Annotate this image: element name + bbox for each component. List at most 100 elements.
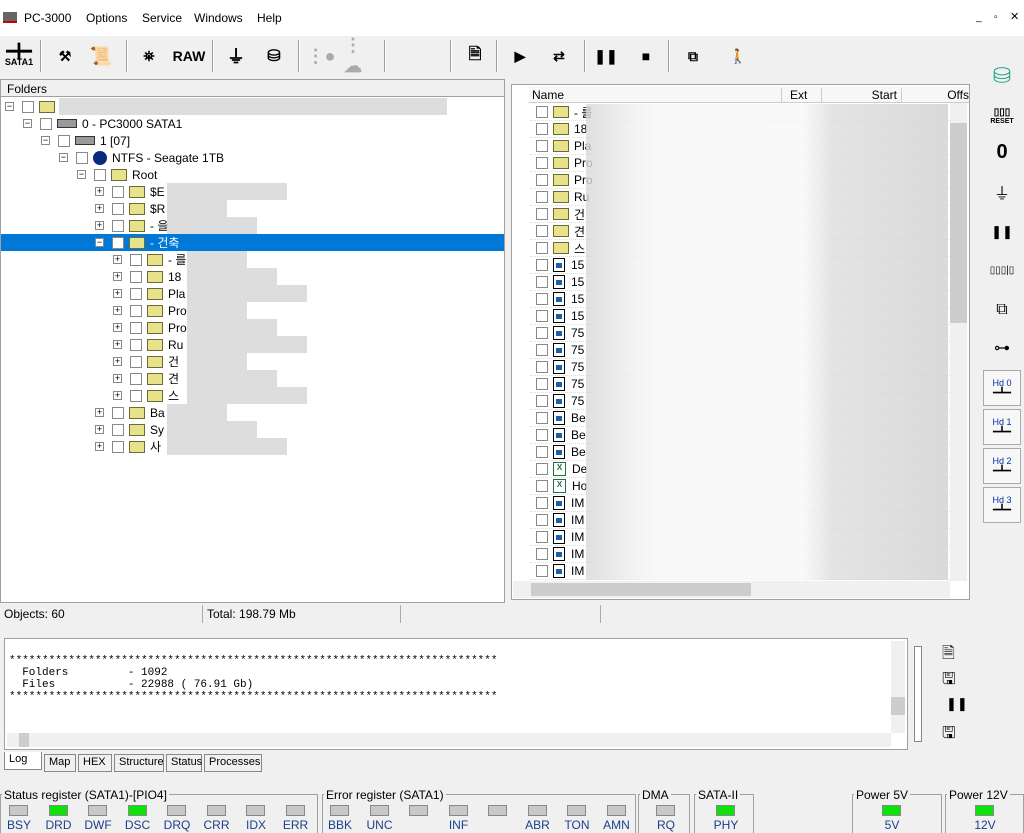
- checkbox[interactable]: [536, 480, 548, 492]
- column-start[interactable]: Start: [821, 88, 901, 102]
- sata-port-button[interactable]: ━╋━ SATA1: [2, 38, 36, 74]
- expand-icon[interactable]: +: [113, 323, 122, 332]
- tree-node[interactable]: + Ba: [1, 404, 504, 421]
- checkbox[interactable]: [130, 338, 142, 351]
- expand-icon[interactable]: +: [95, 408, 104, 417]
- expand-icon[interactable]: +: [113, 391, 122, 400]
- checkbox[interactable]: [536, 310, 548, 322]
- checkbox[interactable]: [112, 236, 124, 249]
- checkbox[interactable]: [536, 514, 548, 526]
- log-slider[interactable]: [914, 646, 922, 742]
- expand-icon[interactable]: +: [113, 357, 122, 366]
- collapse-icon[interactable]: −: [5, 102, 14, 111]
- checkbox[interactable]: [536, 548, 548, 560]
- tree-node[interactable]: − Root: [1, 166, 504, 183]
- tree-node[interactable]: − NTFS - Seagate 1TB: [1, 149, 504, 166]
- column-offs[interactable]: Offs: [901, 88, 969, 102]
- play-button[interactable]: ▶: [510, 38, 530, 74]
- checkbox[interactable]: [536, 344, 548, 356]
- checkbox[interactable]: [536, 531, 548, 543]
- checkbox[interactable]: [536, 106, 548, 118]
- checkbox[interactable]: [536, 140, 548, 152]
- checkbox[interactable]: [112, 219, 124, 232]
- checkbox[interactable]: [536, 463, 548, 475]
- raw-button[interactable]: RAW: [170, 38, 208, 74]
- checkbox[interactable]: [112, 423, 124, 436]
- checkbox[interactable]: [536, 242, 548, 254]
- tab-status[interactable]: Status: [166, 754, 202, 772]
- binoculars-button[interactable]: ⛯: [138, 38, 160, 74]
- checkbox[interactable]: [536, 276, 548, 288]
- checkbox[interactable]: [112, 440, 124, 453]
- checkbox[interactable]: [536, 429, 548, 441]
- checkbox[interactable]: [536, 191, 548, 203]
- log-options-icon[interactable]: 🗎: [942, 642, 955, 669]
- checkbox[interactable]: [536, 395, 548, 407]
- checkbox[interactable]: [536, 412, 548, 424]
- checkbox[interactable]: [112, 406, 124, 419]
- tree-node[interactable]: + - 를: [1, 251, 504, 268]
- checkbox[interactable]: [536, 157, 548, 169]
- pause-icon[interactable]: ❚❚: [983, 214, 1021, 250]
- pause-button[interactable]: ❚❚: [594, 38, 617, 74]
- checkbox[interactable]: [130, 389, 142, 402]
- checkbox[interactable]: [58, 134, 70, 147]
- stop-button[interactable]: ■: [636, 38, 656, 74]
- move-button[interactable]: ⇄: [542, 38, 576, 74]
- tree-node[interactable]: − - 건축: [1, 234, 504, 251]
- collapse-icon[interactable]: −: [23, 119, 32, 128]
- checkbox[interactable]: [40, 117, 52, 130]
- expand-icon[interactable]: +: [95, 442, 104, 451]
- expand-icon[interactable]: +: [113, 255, 122, 264]
- pause-log-icon[interactable]: ❚❚: [946, 696, 968, 712]
- power-switch-icon[interactable]: ⏚: [983, 174, 1021, 210]
- restore-button[interactable]: ▫: [994, 12, 998, 23]
- disk-export-button[interactable]: ⛁: [262, 38, 286, 74]
- checkbox[interactable]: [536, 123, 548, 135]
- checkbox[interactable]: [94, 168, 106, 181]
- checkbox[interactable]: [536, 565, 548, 577]
- checkbox[interactable]: [130, 253, 142, 266]
- hd-2-button[interactable]: Hd 2 ━┻━: [983, 448, 1021, 484]
- menu-help[interactable]: Help: [257, 11, 282, 25]
- database-icon[interactable]: ⛁: [983, 58, 1021, 94]
- expand-icon[interactable]: +: [95, 221, 104, 230]
- checkbox[interactable]: [130, 321, 142, 334]
- expand-icon[interactable]: +: [113, 289, 122, 298]
- checkbox[interactable]: [130, 270, 142, 283]
- info-scroll-button[interactable]: 📜: [88, 38, 114, 74]
- column-name[interactable]: Name: [532, 88, 782, 102]
- checkbox[interactable]: [112, 202, 124, 215]
- checkbox[interactable]: [130, 287, 142, 300]
- tree-node[interactable]: + Pro: [1, 302, 504, 319]
- checkbox[interactable]: [536, 174, 548, 186]
- save-log-icon[interactable]: 🖫: [942, 668, 956, 695]
- log-vscrollbar[interactable]: [891, 641, 905, 733]
- checkbox[interactable]: [536, 378, 548, 390]
- checkbox[interactable]: [536, 327, 548, 339]
- tab-processes[interactable]: Processes: [204, 754, 262, 772]
- menu-options[interactable]: Options: [86, 11, 127, 25]
- checkbox[interactable]: [536, 361, 548, 373]
- checkbox[interactable]: [112, 185, 124, 198]
- checkbox[interactable]: [130, 355, 142, 368]
- tools-button[interactable]: ⚒: [52, 38, 78, 74]
- column-ext[interactable]: Ext: [781, 88, 821, 102]
- close-button[interactable]: ✕: [1010, 10, 1019, 23]
- expand-icon[interactable]: +: [113, 306, 122, 315]
- collapse-icon[interactable]: −: [59, 153, 68, 162]
- tab-log[interactable]: Log: [4, 752, 42, 770]
- filter-button[interactable]: ⏚: [224, 38, 248, 74]
- expand-icon[interactable]: +: [95, 204, 104, 213]
- tree-node[interactable]: − 1 [07]: [1, 132, 504, 149]
- tab-map[interactable]: Map: [44, 754, 76, 772]
- checkbox[interactable]: [536, 208, 548, 220]
- checkbox[interactable]: [76, 151, 88, 164]
- copy-check-button[interactable]: 🗎: [462, 38, 488, 74]
- exit-button[interactable]: 🚶: [726, 38, 750, 74]
- expand-icon[interactable]: +: [113, 340, 122, 349]
- checkbox[interactable]: [130, 372, 142, 385]
- checkbox[interactable]: [22, 100, 34, 113]
- collapse-icon[interactable]: −: [95, 238, 104, 247]
- expand-icon[interactable]: +: [95, 187, 104, 196]
